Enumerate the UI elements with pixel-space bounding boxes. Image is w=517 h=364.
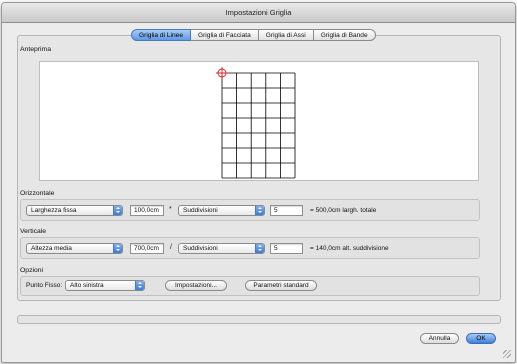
ok-button[interactable]: OK (466, 333, 496, 344)
horizontal-mode-value: Larghezza fissa (31, 207, 77, 214)
preview-canvas (39, 61, 479, 181)
resize-grip-icon[interactable] (503, 350, 511, 358)
tab-axis-grid[interactable]: Griglia di Assi (258, 29, 314, 41)
horizontal-mode-select[interactable]: Larghezza fissa (26, 205, 123, 216)
horizontal-size-field[interactable]: 100,0cm (130, 205, 164, 216)
vertical-subdiv-value: Suddivisioni (183, 245, 218, 252)
vertical-size-field[interactable]: 700,0cm (130, 243, 164, 254)
default-parameters-button[interactable]: Parametri standard (245, 280, 317, 291)
horizontal-subdiv-value: Suddivisioni (183, 207, 218, 214)
vertical-mode-value: Altezza media (31, 245, 72, 252)
grid-settings-dialog: Impostazioni Griglia Griglia di Linee Gr… (1, 2, 516, 363)
window-title: Impostazioni Griglia (2, 3, 515, 23)
fixed-point-label: Punto Fisso: (26, 282, 63, 289)
tab-band-grid[interactable]: Griglia di Bande (313, 29, 376, 41)
options-label: Opzioni (20, 267, 44, 274)
chevron-updown-icon (255, 244, 264, 253)
horizontal-result: = 500,0cm largh. totale (310, 207, 377, 214)
tab-facade-grid[interactable]: Griglia di Facciata (190, 29, 259, 41)
vertical-count-field[interactable]: 5 (270, 243, 303, 254)
horizontal-count-field[interactable]: 5 (270, 205, 303, 216)
chevron-updown-icon (255, 206, 264, 215)
status-bar (17, 315, 501, 324)
chevron-updown-icon (135, 281, 144, 290)
vertical-subdiv-select[interactable]: Suddivisioni (178, 243, 265, 254)
fixed-point-value: Alto sinistra (70, 282, 104, 289)
fixed-point-crosshair-icon (216, 67, 228, 79)
preview-label: Anteprima (20, 46, 51, 53)
vertical-result: = 140,0cm alt. suddivisione (310, 245, 389, 252)
chevron-updown-icon (113, 206, 122, 215)
tab-line-grid[interactable]: Griglia di Linee (131, 29, 191, 41)
vertical-mode-select[interactable]: Altezza media (26, 243, 123, 254)
settings-button[interactable]: Impostazioni... (165, 280, 227, 291)
grid-preview-drawing (216, 67, 296, 179)
vertical-label: Verticale (20, 228, 47, 235)
horizontal-subdiv-select[interactable]: Suddivisioni (178, 205, 265, 216)
horizontal-operator: * (169, 206, 172, 213)
fixed-point-select[interactable]: Alto sinistra (65, 280, 145, 291)
tab-bar: Griglia di Linee Griglia di Facciata Gri… (131, 29, 376, 41)
chevron-updown-icon (113, 244, 122, 253)
cancel-button[interactable]: Annulla (420, 333, 459, 344)
horizontal-label: Orizzontale (20, 190, 55, 197)
vertical-operator: / (170, 244, 172, 251)
